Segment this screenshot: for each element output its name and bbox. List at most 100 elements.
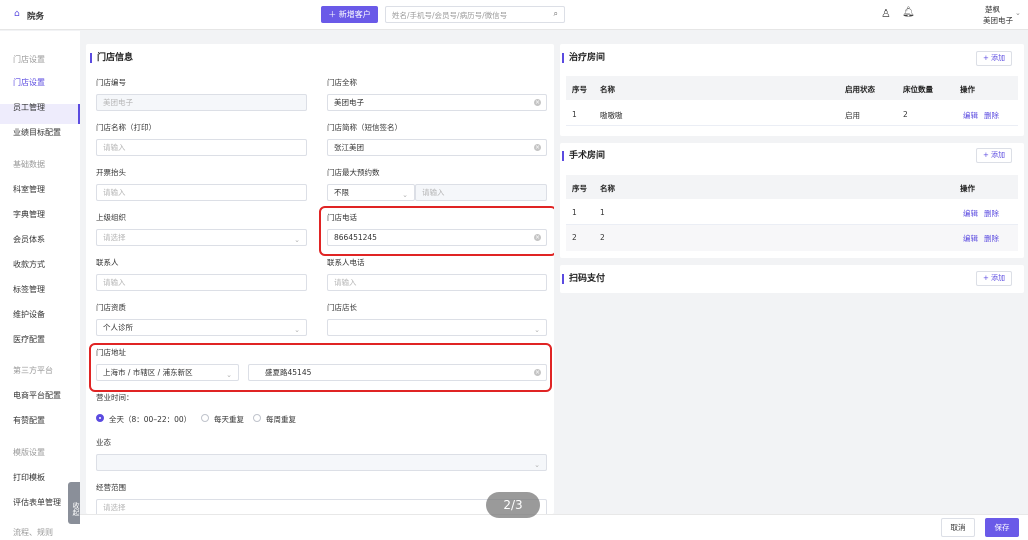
qualification-label: 门店资质 bbox=[96, 303, 126, 312]
store-code-field: 美团电子 bbox=[96, 94, 307, 111]
chevron-down-icon: ⌄ bbox=[294, 326, 300, 334]
sidebar-group-store: 门店设置 bbox=[13, 55, 45, 64]
scan-pay-title: 扫码支付 bbox=[562, 274, 605, 284]
table-row bbox=[566, 225, 1018, 251]
collapse-button[interactable]: 收起 bbox=[68, 482, 80, 524]
invoice-title-input[interactable]: 请输入 bbox=[96, 184, 307, 201]
clear-icon[interactable]: × bbox=[534, 144, 541, 151]
surgery-rooms-card: 手术房间 + 添加 序号 名称 操作 1 1 编辑 删除 2 2 编辑 删除 bbox=[560, 143, 1024, 258]
sidebar-item-print-templates[interactable]: 打印模板 bbox=[13, 472, 45, 483]
top-bar: ⌂ 院务 ＋ 新增客户 姓名/手机号/会员号/病历号/微信号 ⌕ ♙ 🔔︎ 楚枫… bbox=[0, 0, 1028, 30]
max-booking-select[interactable]: 不限 ⌄ bbox=[327, 184, 415, 201]
sidebar-item-ecommerce[interactable]: 电商平台配置 bbox=[13, 390, 61, 401]
footer-bar bbox=[80, 514, 1028, 540]
short-name-input[interactable]: 张江美团 × bbox=[327, 139, 547, 156]
scope-label: 经营范围 bbox=[96, 483, 126, 492]
edit-link[interactable]: 编辑 bbox=[963, 110, 978, 121]
new-customer-button[interactable]: ＋ 新增客户 bbox=[321, 6, 378, 23]
short-name-label: 门店简称（短信签名） bbox=[327, 123, 402, 132]
sidebar-item-staff[interactable]: 员工管理 bbox=[13, 102, 45, 113]
chevron-down-icon: ⌄ bbox=[402, 191, 408, 199]
sidebar-group-templates: 模版设置 bbox=[13, 448, 45, 457]
sidebar-item-store-settings[interactable]: 门店设置 bbox=[13, 77, 45, 88]
radio-all-day[interactable] bbox=[96, 414, 104, 422]
radio-weekly[interactable] bbox=[253, 414, 261, 422]
new-customer-label: 新增客户 bbox=[338, 10, 371, 19]
contact-input[interactable]: 请输入 bbox=[96, 274, 307, 291]
bell-icon[interactable]: 🔔︎ bbox=[902, 7, 915, 18]
hours-label: 营业时间： bbox=[96, 393, 134, 402]
sidebar-item-membership[interactable]: 会员体系 bbox=[13, 234, 45, 245]
sidebar-item-devices[interactable]: 维护设备 bbox=[13, 309, 45, 320]
delete-link[interactable]: 删除 bbox=[984, 208, 999, 219]
scan-pay-add-button[interactable]: + 添加 bbox=[976, 271, 1012, 286]
radio-daily-label[interactable]: 每天重复 bbox=[214, 414, 244, 425]
chevron-down-icon[interactable]: ⌄ bbox=[1015, 9, 1021, 17]
treatment-rooms-card: 治疗房间 + 添加 序号 名称 启用状态 床位数量 操作 1 嗷嗷嗷 启用 2 … bbox=[560, 44, 1024, 136]
sidebar-group-third-party: 第三方平台 bbox=[13, 366, 53, 375]
store-fullname-label: 门店全称 bbox=[327, 78, 357, 87]
row-no: 1 bbox=[572, 110, 577, 119]
sidebar-item-forms[interactable]: 评估表单管理 bbox=[13, 497, 61, 508]
radio-weekly-label[interactable]: 每周重复 bbox=[266, 414, 296, 425]
save-button[interactable]: 保存 bbox=[985, 518, 1019, 537]
col-actions: 操作 bbox=[960, 184, 975, 193]
print-name-input[interactable]: 请输入 bbox=[96, 139, 307, 156]
qualification-value: 个人诊所 bbox=[103, 323, 133, 332]
contact-phone-label: 联系人电话 bbox=[327, 258, 365, 267]
user-org[interactable]: 美团电子 bbox=[983, 15, 1013, 26]
app-name[interactable]: 院务 bbox=[27, 10, 44, 22]
parent-org-label: 上级组织 bbox=[96, 213, 126, 222]
col-name: 名称 bbox=[600, 184, 615, 193]
col-name: 名称 bbox=[600, 85, 615, 94]
invoice-title-label: 开票抬头 bbox=[96, 168, 126, 177]
user-icon[interactable]: ♙ bbox=[881, 7, 891, 20]
search-input[interactable]: 姓名/手机号/会员号/病历号/微信号 ⌕ bbox=[385, 6, 565, 23]
contact-phone-input[interactable]: 请输入 bbox=[327, 274, 547, 291]
chevron-down-icon: ⌄ bbox=[534, 326, 540, 334]
edit-link[interactable]: 编辑 bbox=[963, 208, 978, 219]
row-name: 嗷嗷嗷 bbox=[600, 111, 623, 120]
table-header bbox=[566, 175, 1018, 199]
cancel-button[interactable]: 取消 bbox=[941, 518, 975, 537]
sidebar-item-payment[interactable]: 收款方式 bbox=[13, 259, 45, 270]
delete-link[interactable]: 删除 bbox=[984, 110, 999, 121]
sidebar-item-tags[interactable]: 标签管理 bbox=[13, 284, 45, 295]
sidebar-item-departments[interactable]: 科室管理 bbox=[13, 184, 45, 195]
user-name[interactable]: 楚枫 bbox=[985, 4, 1000, 15]
row-name: 1 bbox=[600, 208, 605, 217]
parent-org-select[interactable]: 请选择 ⌄ bbox=[96, 229, 307, 246]
clear-icon[interactable]: × bbox=[534, 99, 541, 106]
store-info-title: 门店信息 bbox=[90, 53, 133, 63]
row-status: 启用 bbox=[845, 111, 860, 120]
business-label: 业态 bbox=[96, 438, 111, 447]
store-fullname-value: 美团电子 bbox=[334, 98, 364, 107]
store-fullname-input[interactable]: 美团电子 × bbox=[327, 94, 547, 111]
sidebar-item-dictionary[interactable]: 字典管理 bbox=[13, 209, 45, 220]
surgery-add-button[interactable]: + 添加 bbox=[976, 148, 1012, 163]
row-no: 2 bbox=[572, 233, 577, 242]
sidebar-group-basic: 基础数据 bbox=[13, 160, 45, 169]
edit-link[interactable]: 编辑 bbox=[963, 233, 978, 244]
store-code-label: 门店编号 bbox=[96, 78, 126, 87]
qualification-select[interactable]: 个人诊所 ⌄ bbox=[96, 319, 307, 336]
table-row bbox=[566, 100, 1018, 126]
manager-select[interactable]: ⌄ bbox=[327, 319, 547, 336]
sidebar-item-targets[interactable]: 业绩目标配置 bbox=[13, 127, 61, 138]
col-actions: 操作 bbox=[960, 85, 975, 94]
sidebar-item-medical[interactable]: 医疗配置 bbox=[13, 334, 45, 345]
radio-daily[interactable] bbox=[201, 414, 209, 422]
col-no: 序号 bbox=[572, 184, 587, 193]
treatment-add-button[interactable]: + 添加 bbox=[976, 51, 1012, 66]
delete-link[interactable]: 删除 bbox=[984, 233, 999, 244]
row-no: 1 bbox=[572, 208, 577, 217]
scope-select[interactable]: 请选择 bbox=[96, 499, 547, 514]
print-name-label: 门店名称（打印） bbox=[96, 123, 156, 132]
address-highlight-box bbox=[89, 343, 552, 392]
surgery-rooms-title: 手术房间 bbox=[562, 151, 605, 161]
sidebar-item-youzan[interactable]: 有赞配置 bbox=[13, 415, 45, 426]
home-icon[interactable]: ⌂ bbox=[14, 9, 20, 19]
radio-all-day-label[interactable]: 全天（8：00–22：00） bbox=[109, 414, 191, 425]
search-icon[interactable]: ⌕ bbox=[554, 9, 558, 19]
short-name-value: 张江美团 bbox=[334, 143, 364, 152]
